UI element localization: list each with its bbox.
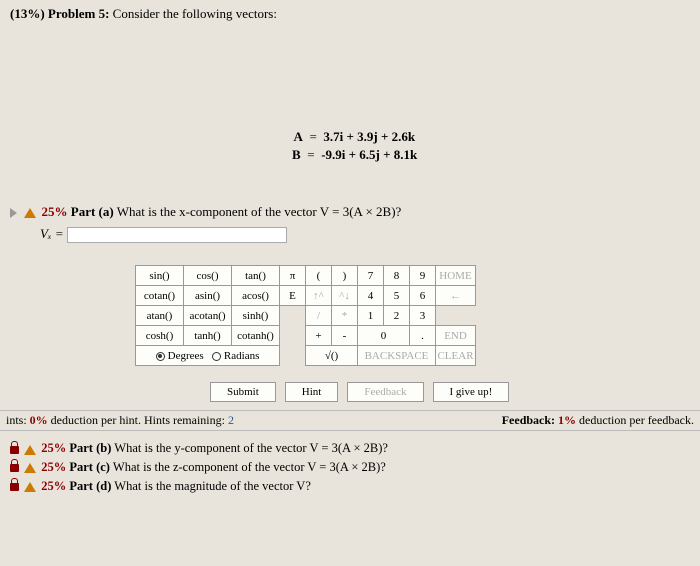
- key-sinh[interactable]: sinh(): [232, 306, 280, 326]
- submit-button[interactable]: Submit: [210, 382, 276, 402]
- part-c-pct: 25%: [41, 460, 66, 474]
- key-sin[interactable]: sin(): [136, 266, 184, 286]
- key-clear[interactable]: CLEAR: [436, 346, 476, 366]
- eq-b-eq: =: [304, 146, 318, 164]
- problem-header: (13%) Problem 5: Consider the following …: [0, 0, 700, 28]
- key-pi[interactable]: π: [280, 266, 306, 286]
- expand-icon[interactable]: [10, 208, 17, 218]
- problem-pct: (13%): [10, 6, 45, 21]
- key-home[interactable]: HOME: [436, 266, 476, 286]
- answer-symbol: Vₓ =: [40, 226, 64, 241]
- key-0[interactable]: 0: [358, 326, 410, 346]
- feedback-rest: deduction per feedback.: [579, 413, 694, 427]
- mode-degrees: Degrees: [168, 350, 204, 362]
- sub-parts: 25% Part (b) What is the y-component of …: [10, 439, 690, 495]
- hints-left-pct: 0%: [30, 413, 48, 427]
- key-cos[interactable]: cos(): [184, 266, 232, 286]
- key-acotan[interactable]: acotan(): [184, 306, 232, 326]
- warning-icon: [24, 208, 36, 218]
- hint-button[interactable]: Hint: [285, 382, 339, 402]
- part-b-q: What is the y-component of the vector V …: [114, 441, 388, 455]
- problem-label: Problem 5:: [48, 6, 110, 21]
- key-4[interactable]: 4: [358, 286, 384, 306]
- hints-left-label: ints:: [6, 413, 27, 427]
- vector-equations: A = 3.7i + 3.9j + 2.6k B = -9.9i + 6.5j …: [0, 128, 700, 164]
- eq-b-lhs: B: [283, 146, 301, 164]
- feedback-button[interactable]: Feedback: [347, 382, 423, 402]
- part-a-pct: 25%: [42, 204, 68, 219]
- part-d-q: What is the magnitude of the vector V?: [114, 479, 311, 493]
- feedback-label: Feedback:: [502, 413, 555, 427]
- part-a-label: Part (a): [71, 204, 114, 219]
- key-sqrt[interactable]: √(): [306, 346, 358, 366]
- key-cosh[interactable]: cosh(): [136, 326, 184, 346]
- part-b-label: Part (b): [69, 441, 111, 455]
- eq-b-rhs: -9.9i + 6.5j + 8.1k: [321, 146, 417, 164]
- key-5[interactable]: 5: [384, 286, 410, 306]
- feedback-pct: 1%: [558, 413, 576, 427]
- key-cotan[interactable]: cotan(): [136, 286, 184, 306]
- key-left[interactable]: ←: [436, 286, 476, 306]
- hints-remaining: 2: [228, 413, 234, 427]
- key-7[interactable]: 7: [358, 266, 384, 286]
- key-minus[interactable]: -: [332, 326, 358, 346]
- answer-input[interactable]: [67, 227, 287, 243]
- part-d-label: Part (d): [69, 479, 111, 493]
- key-8[interactable]: 8: [384, 266, 410, 286]
- radio-degrees-icon[interactable]: [156, 352, 165, 361]
- key-9[interactable]: 9: [410, 266, 436, 286]
- key-backspace[interactable]: BACKSPACE: [358, 346, 436, 366]
- warning-icon: [24, 445, 36, 455]
- radio-radians-icon[interactable]: [212, 352, 221, 361]
- key-lparen[interactable]: (: [306, 266, 332, 286]
- key-sup[interactable]: ↑^: [306, 286, 332, 306]
- warning-icon: [24, 482, 36, 492]
- key-cotanh[interactable]: cotanh(): [232, 326, 280, 346]
- key-tanh[interactable]: tanh(): [184, 326, 232, 346]
- action-buttons: Submit Hint Feedback I give up!: [210, 382, 700, 402]
- answer-row: Vₓ =: [40, 226, 660, 243]
- warning-icon: [24, 463, 36, 473]
- problem-prompt: Consider the following vectors:: [113, 6, 277, 21]
- lock-icon: [10, 483, 19, 491]
- hints-left-rest: deduction per hint. Hints remaining:: [51, 413, 225, 427]
- eq-a-rhs: 3.7i + 3.9j + 2.6k: [323, 128, 415, 146]
- part-b-pct: 25%: [41, 441, 66, 455]
- key-plus[interactable]: +: [306, 326, 332, 346]
- part-a-header: 25% Part (a) What is the x-component of …: [10, 204, 690, 220]
- key-6[interactable]: 6: [410, 286, 436, 306]
- hints-line: ints: 0% deduction per hint. Hints remai…: [0, 410, 700, 431]
- mode-radians: Radians: [224, 350, 259, 362]
- part-c-label: Part (c): [69, 460, 110, 474]
- key-1[interactable]: 1: [358, 306, 384, 326]
- key-mul[interactable]: *: [332, 306, 358, 326]
- key-atan[interactable]: atan(): [136, 306, 184, 326]
- part-c-q: What is the z-component of the vector V …: [113, 460, 386, 474]
- key-acos[interactable]: acos(): [232, 286, 280, 306]
- key-asin[interactable]: asin(): [184, 286, 232, 306]
- key-e[interactable]: E: [280, 286, 306, 306]
- mode-select[interactable]: Degrees Radians: [136, 346, 280, 366]
- key-rparen[interactable]: ): [332, 266, 358, 286]
- key-tan[interactable]: tan(): [232, 266, 280, 286]
- key-dot[interactable]: .: [410, 326, 436, 346]
- giveup-button[interactable]: I give up!: [433, 382, 510, 402]
- key-3[interactable]: 3: [410, 306, 436, 326]
- part-a-question: What is the x-component of the vector V …: [117, 204, 402, 219]
- key-sub[interactable]: ^↓: [332, 286, 358, 306]
- keypad: sin() cos() tan() π ( ) 7 8 9 HOME cotan…: [135, 265, 476, 366]
- part-d-pct: 25%: [41, 479, 66, 493]
- eq-a-eq: =: [306, 128, 320, 146]
- eq-a-lhs: A: [285, 128, 303, 146]
- lock-icon: [10, 464, 19, 472]
- key-2[interactable]: 2: [384, 306, 410, 326]
- key-div[interactable]: /: [306, 306, 332, 326]
- lock-icon: [10, 446, 19, 454]
- key-end[interactable]: END: [436, 326, 476, 346]
